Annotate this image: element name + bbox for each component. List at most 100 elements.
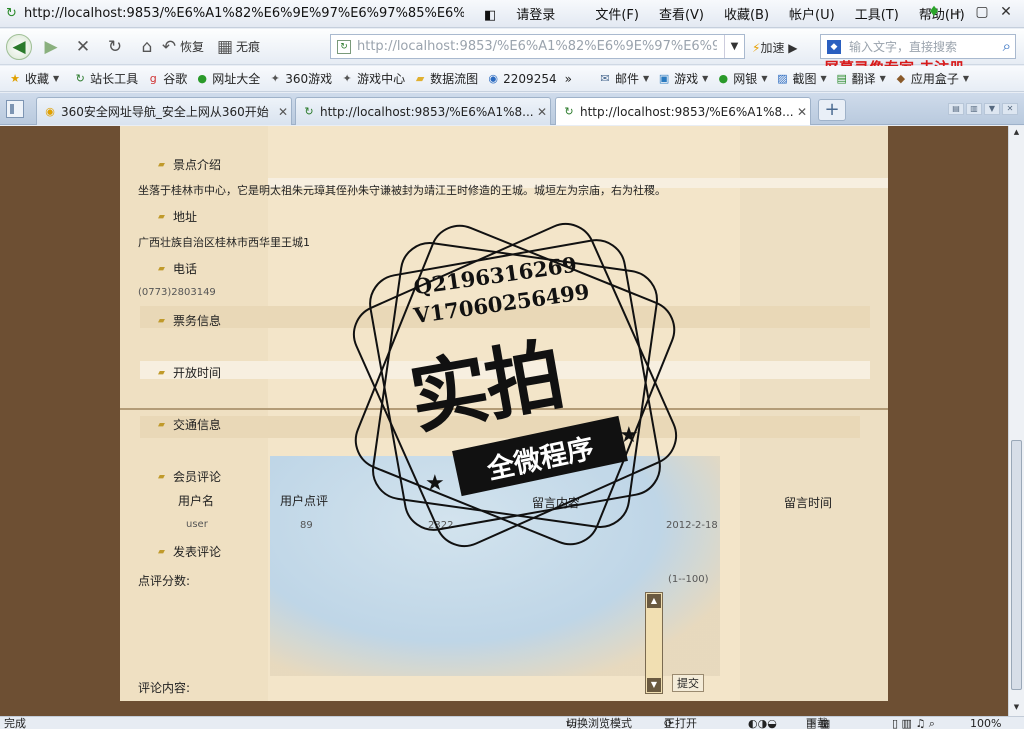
review-heading: ▰ 会员评论 <box>158 470 222 484</box>
menu-view[interactable]: 查看(V) <box>659 4 704 23</box>
tab-localhost-1[interactable]: ↻ http://localhost:9853/%E6%A1%8... ✕ <box>295 97 551 125</box>
user-icon: ◧ <box>484 8 497 23</box>
attraction-page: ▰ 景点介绍 坐落于桂林市中心，它是明太祖朱元璋其侄孙朱守谦被封为靖江王时修造的王… <box>120 126 888 701</box>
address-heading: ▰ 地址 <box>158 210 198 224</box>
tab-close-icon[interactable]: ✕ <box>275 105 291 119</box>
maximize-button[interactable]: ▢ <box>970 4 994 20</box>
page-scrollbar[interactable]: ▲ ▼ <box>1008 126 1024 716</box>
gamepad-icon: ✦ <box>342 71 352 85</box>
box-icon: ◆ <box>896 71 906 85</box>
folder-icon: ▰ <box>158 315 165 326</box>
fav-games[interactable]: ▣ 游戏 ▼ <box>657 70 708 87</box>
address-input[interactable]: http://localhost:9853/%E6%A1%82%E6%9E%97… <box>357 39 717 54</box>
address-bar[interactable]: ↻ http://localhost:9853/%E6%A1%82%E6%9E%… <box>330 34 745 59</box>
search-input[interactable]: 输入文字，直接搜索 <box>849 38 957 55</box>
fav-google[interactable]: g 谷歌 <box>146 70 188 87</box>
web-content: ▰ 景点介绍 坐落于桂林市中心，它是明太祖朱元璋其侄孙朱守谦被封为靖江王时修造的王… <box>0 126 1008 716</box>
fav-collect[interactable]: ★ 收藏 ▼ <box>8 70 59 87</box>
new-tab-button[interactable]: + <box>818 99 846 121</box>
mail-icon: ✉ <box>600 71 610 85</box>
google-icon: g <box>149 71 157 85</box>
title-bar: ↻ http://localhost:9853/%E6%A1%82%E6%9E%… <box>0 0 1024 28</box>
fav-screenshot[interactable]: ▨ 截图 ▼ <box>775 70 826 87</box>
menu-favorites[interactable]: 收藏(B) <box>724 4 769 23</box>
forward-button[interactable]: ▶ <box>38 34 64 60</box>
tab-close-icon[interactable]: ✕ <box>534 105 550 119</box>
zoom-level[interactable]: 100% <box>970 717 1001 729</box>
scroll-up-icon[interactable]: ▲ <box>1011 128 1022 139</box>
right-column <box>740 126 888 701</box>
globe-icon: ◉ <box>488 71 498 85</box>
fav-360-games[interactable]: ✦ 360游戏 <box>268 70 333 87</box>
post-heading: ▰ 发表评论 <box>158 545 222 559</box>
tab-restore-icon[interactable]: ▥ <box>966 103 982 115</box>
scroll-up-icon[interactable]: ▲ <box>647 594 661 608</box>
phone-text: (0773)2803149 <box>138 287 216 298</box>
scroll-thumb[interactable] <box>1011 440 1022 690</box>
folder-icon: ▰ <box>158 159 165 170</box>
fav-dataflow[interactable]: ▰ 数据流图 <box>413 70 478 87</box>
status-tool-icons[interactable]: ▯ ▥ ♫ ⌕ <box>892 717 935 729</box>
home-button[interactable]: ⌂ <box>134 34 160 60</box>
fav-game-center[interactable]: ✦ 游戏中心 <box>340 70 406 87</box>
fav-more-icon[interactable]: » <box>565 72 572 86</box>
stop-button[interactable]: ✕ <box>70 34 96 60</box>
address-dropdown-icon[interactable]: ▼ <box>724 35 744 58</box>
tab-controls: ▤ ▥ ▼ ✕ <box>946 103 1018 115</box>
search-icon[interactable]: ⌕ <box>1003 37 1011 55</box>
page-icon: ↻ <box>337 39 351 54</box>
fav-2209254[interactable]: ◉ 2209254 <box>486 72 556 86</box>
header-content: 留言内容 <box>532 496 581 510</box>
fav-webmaster-tools[interactable]: ↻ 站长工具 <box>73 70 139 87</box>
scroll-down-icon[interactable]: ▼ <box>647 678 661 692</box>
skin-icon[interactable]: ♦ <box>922 4 946 20</box>
tab-close-icon[interactable]: ✕ <box>794 105 810 119</box>
review-score: 89 <box>300 520 313 531</box>
search-box[interactable]: ◆ 输入文字，直接搜索 ⌕ <box>820 34 1016 59</box>
back-button[interactable]: ◀ <box>6 33 32 60</box>
fav-bank[interactable]: ● 网银 ▼ <box>716 70 767 87</box>
submit-button[interactable]: 提交 <box>672 674 704 692</box>
fav-mail[interactable]: ✉ 邮件 ▼ <box>598 70 649 87</box>
tab-list-icon[interactable]: ▤ <box>948 103 964 115</box>
tab-localhost-active[interactable]: ↻ http://localhost:9853/%E6%A1%8... ✕ <box>555 97 811 125</box>
favorites-bar: ★ 收藏 ▼ ↻ 站长工具 g 谷歌 ● 网址大全 ✦ 360游戏 ✦ 游戏中心 ▰ 数据流图 … <box>0 66 1024 92</box>
360-icon: ◉ <box>45 104 55 118</box>
folder-icon: ▰ <box>158 263 165 274</box>
gamepad-icon: ✦ <box>270 71 280 85</box>
menu-account[interactable]: 帐户(U) <box>789 4 835 23</box>
toggle-icons[interactable]: ◐◑◒ <box>748 717 777 729</box>
restore-button[interactable]: 恢复 <box>180 38 204 55</box>
row-band <box>140 361 870 379</box>
status-text: 完成 <box>4 717 26 729</box>
speed-button[interactable]: ⚡加速 ▶ <box>752 39 798 56</box>
navigation-bar: ◀ ▶ ✕ ↻ ⌂ ↶ 恢复 ▦ 无痕 ↻ http://localhost:9… <box>0 29 1024 77</box>
comment-textarea-scrollbar[interactable]: ▲ ▼ <box>645 592 663 694</box>
minimize-button[interactable]: – <box>946 4 970 20</box>
close-button[interactable]: ✕ <box>994 4 1018 20</box>
page-icon: ↻ <box>304 104 314 118</box>
tab-close-all-icon[interactable]: ✕ <box>1002 103 1018 115</box>
fav-site-directory[interactable]: ● 网址大全 <box>195 70 260 87</box>
fav-translate[interactable]: ▤ 翻译 ▼ <box>835 70 885 87</box>
login-link[interactable]: ◧ 请登录 <box>484 4 575 23</box>
sidebar-toggle-icon[interactable] <box>6 100 24 118</box>
no-trace-button[interactable]: 无痕 <box>236 38 260 55</box>
tools-icon: ↻ <box>75 71 85 85</box>
window-title: http://localhost:9853/%E6%A1%82%E6%9E%97… <box>24 6 464 21</box>
tab-360-nav[interactable]: ◉ 360安全网址导航_安全上网从360开始 ✕ <box>36 97 292 125</box>
scroll-down-icon[interactable]: ▼ <box>1011 703 1022 714</box>
menu-file[interactable]: 文件(F) <box>595 4 639 23</box>
search-engine-icon[interactable]: ◆ <box>827 39 841 54</box>
window-controls: ♦ – ▢ ✕ <box>922 4 1018 20</box>
folder-icon: ▰ <box>158 471 165 482</box>
score-range-hint: (1--100) <box>668 574 709 585</box>
games-icon: ▣ <box>658 71 670 85</box>
no-trace-icon: ▦ <box>216 36 234 57</box>
review-content: 2322 <box>428 520 454 531</box>
refresh-button[interactable]: ↻ <box>102 34 128 60</box>
menu-tools[interactable]: 工具(T) <box>855 4 899 23</box>
review-user: user <box>186 519 208 530</box>
tab-menu-icon[interactable]: ▼ <box>984 103 1000 115</box>
fav-app-box[interactable]: ◆ 应用盒子 ▼ <box>894 70 969 87</box>
